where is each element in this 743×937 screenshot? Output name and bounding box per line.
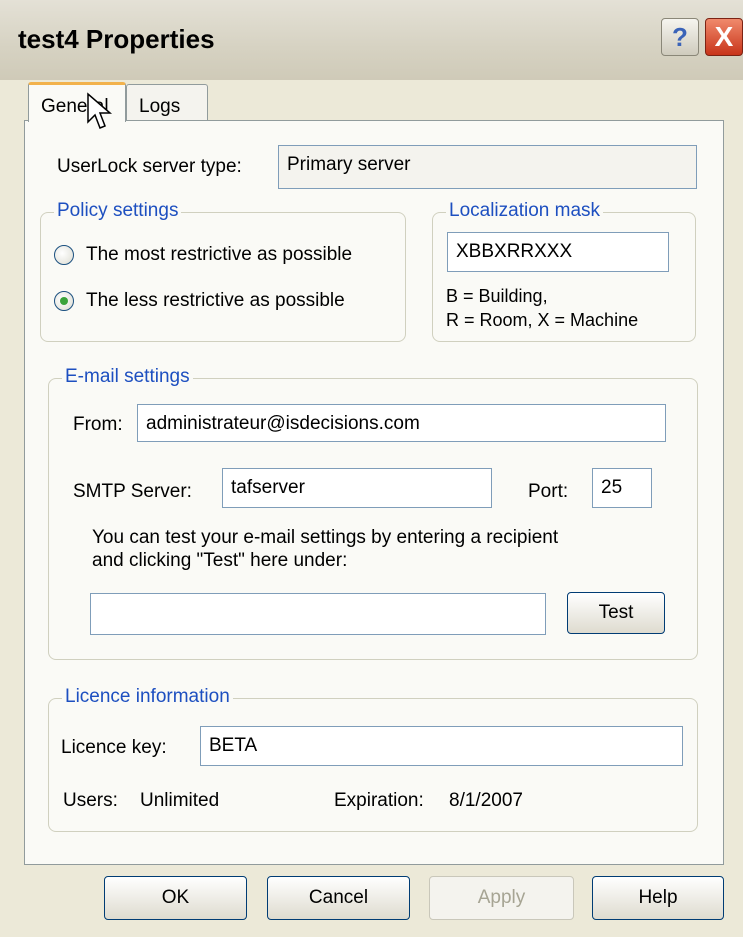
- licence-key-input[interactable]: BETA: [200, 726, 683, 766]
- test-hint-line1: You can test your e-mail settings by ent…: [92, 527, 559, 548]
- from-label: From:: [73, 414, 123, 435]
- smtp-server-input[interactable]: tafserver: [222, 468, 492, 508]
- cancel-button[interactable]: Cancel: [267, 876, 410, 920]
- localization-mask-title: Localization mask: [446, 200, 604, 222]
- test-hint-line2: and clicking "Test" here under:: [92, 550, 348, 571]
- licence-key-label: Licence key:: [61, 737, 167, 758]
- smtp-server-label: SMTP Server:: [73, 481, 192, 502]
- users-value: Unlimited: [140, 790, 220, 811]
- help-icon: ?: [672, 21, 688, 52]
- server-type-label: UserLock server type:: [57, 156, 242, 177]
- policy-settings-group: [40, 212, 406, 342]
- apply-button[interactable]: Apply: [429, 876, 574, 920]
- tab-logs[interactable]: Logs: [126, 84, 208, 122]
- localization-legend-line2: R = Room, X = Machine: [446, 310, 639, 330]
- close-icon: X: [714, 21, 734, 52]
- port-label: Port:: [528, 481, 569, 502]
- policy-settings-title: Policy settings: [54, 200, 182, 222]
- ok-button[interactable]: OK: [104, 876, 247, 920]
- radio-less-restrictive[interactable]: [54, 291, 74, 311]
- close-button[interactable]: X: [705, 18, 743, 56]
- port-input[interactable]: 25: [592, 468, 652, 508]
- option-most-restrictive-label[interactable]: The most restrictive as possible: [86, 244, 352, 266]
- help-button[interactable]: Help: [592, 876, 724, 920]
- email-settings-title: E-mail settings: [62, 366, 193, 388]
- test-button[interactable]: Test: [567, 592, 665, 634]
- server-type-field: Primary server: [278, 145, 697, 189]
- localization-mask-input[interactable]: XBBXRRXXX: [447, 232, 669, 272]
- expiration-label: Expiration:: [334, 790, 424, 811]
- from-input[interactable]: administrateur@isdecisions.com: [137, 404, 666, 442]
- test-recipient-input[interactable]: [90, 593, 546, 635]
- option-less-restrictive-label[interactable]: The less restrictive as possible: [86, 290, 345, 312]
- radio-most-restrictive[interactable]: [54, 245, 74, 265]
- localization-legend-line1: B = Building,: [446, 286, 548, 306]
- mouse-cursor-icon: [87, 92, 113, 129]
- expiration-value: 8/1/2007: [449, 790, 523, 811]
- users-label: Users:: [63, 790, 118, 811]
- radio-selected-dot: [60, 297, 68, 305]
- licence-information-title: Licence information: [62, 686, 233, 708]
- help-title-button[interactable]: ?: [661, 18, 699, 56]
- window-title: test4 Properties: [18, 24, 215, 54]
